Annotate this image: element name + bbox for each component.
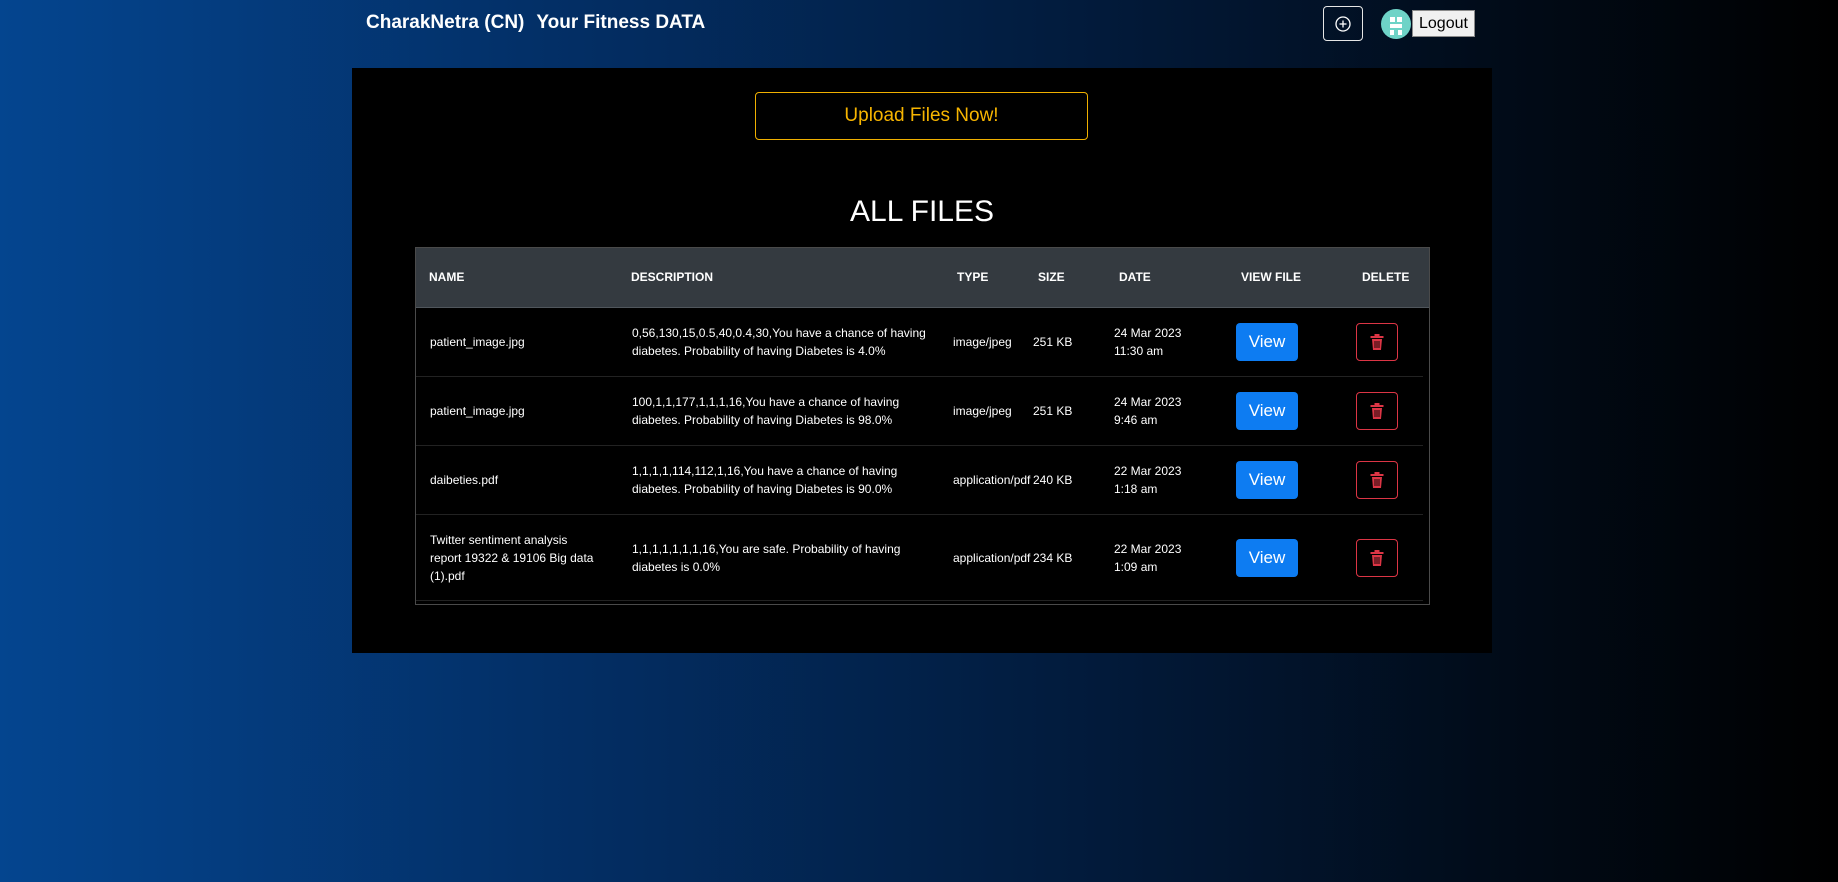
files-table: NAME DESCRIPTION TYPE SIZE DATE VIEW FIL… [415, 247, 1430, 605]
view-file-button[interactable]: View [1236, 323, 1298, 361]
file-name: daibeties.pdf [430, 473, 499, 487]
avatar-icon [1390, 17, 1402, 35]
table-row: patient_image.jpg 0,56,130,15,0.5,40,0.4… [416, 308, 1423, 377]
file-date: 22 Mar 2023 1:09 am [1114, 542, 1182, 574]
column-header-description: DESCRIPTION [631, 270, 714, 284]
upload-files-button[interactable]: Upload Files Now! [755, 92, 1088, 140]
brand-subtitle: Your Fitness DATA [536, 12, 706, 33]
page-title: ALL FILES [850, 195, 994, 228]
file-size: 251 KB [1033, 335, 1073, 349]
file-size: 234 KB [1033, 551, 1073, 565]
column-header-view-file: VIEW FILE [1241, 270, 1301, 284]
column-header-size: SIZE [1038, 270, 1065, 284]
view-file-button[interactable]: View [1236, 392, 1298, 430]
file-size: 240 KB [1033, 473, 1073, 487]
column-header-delete: DELETE [1362, 270, 1410, 284]
view-file-button[interactable]: View [1236, 539, 1298, 577]
top-navbar: CharakNetra (CN) Your Fitness DATA Logout [352, 0, 1492, 50]
delete-file-button[interactable] [1356, 539, 1398, 577]
trash-icon [1370, 334, 1384, 350]
file-type: image/jpeg [953, 335, 1012, 349]
file-description: 0,56,130,15,0.5,40,0.4,30,You have a cha… [632, 326, 926, 358]
delete-file-button[interactable] [1356, 392, 1398, 430]
file-name: patient_image.jpg [430, 335, 525, 349]
file-type: application/pdf [953, 473, 1031, 487]
file-size: 251 KB [1033, 404, 1073, 418]
file-description: 1,1,1,1,1,1,1,16,You are safe. Probabili… [632, 542, 901, 574]
brand-name[interactable]: CharakNetra (CN) [366, 12, 524, 33]
file-description: 100,1,1,177,1,1,1,16,You have a chance o… [632, 395, 900, 427]
file-date: 24 Mar 2023 9:46 am [1114, 395, 1182, 427]
file-date: 24 Mar 2023 11:30 am [1114, 326, 1182, 358]
trash-icon [1370, 403, 1384, 419]
file-description: 1,1,1,1,114,112,1,16,You have a chance o… [632, 464, 898, 496]
trash-icon [1370, 550, 1384, 566]
trash-icon [1370, 472, 1384, 488]
table-row: patient_image.jpg 100,1,1,177,1,1,1,16,Y… [416, 377, 1423, 446]
table-row: daibeties.pdf 1,1,1,1,114,112,1,16,You h… [416, 446, 1423, 515]
logout-button[interactable]: Logout [1412, 10, 1475, 37]
file-name: patient_image.jpg [430, 404, 525, 418]
brand: CharakNetra (CN) Your Fitness DATA [366, 12, 705, 34]
table-row: Twitter sentiment analysis report 19322 … [416, 515, 1423, 601]
file-type: application/pdf [953, 551, 1031, 565]
delete-file-button[interactable] [1356, 461, 1398, 499]
delete-file-button[interactable] [1356, 323, 1398, 361]
main-panel: Upload Files Now! ALL FILES NAME DESCRIP… [352, 68, 1492, 653]
file-type: image/jpeg [953, 404, 1012, 418]
column-header-name: NAME [429, 270, 465, 284]
add-file-button[interactable] [1323, 6, 1363, 41]
column-header-type: TYPE [957, 270, 989, 284]
plus-circle-icon [1335, 15, 1351, 32]
view-file-button[interactable]: View [1236, 461, 1298, 499]
file-name: Twitter sentiment analysis report 19322 … [430, 533, 594, 583]
column-header-date: DATE [1119, 270, 1151, 284]
file-date: 22 Mar 2023 1:18 am [1114, 464, 1182, 496]
user-avatar[interactable] [1381, 9, 1411, 39]
table-header: NAME DESCRIPTION TYPE SIZE DATE VIEW FIL… [416, 248, 1429, 308]
